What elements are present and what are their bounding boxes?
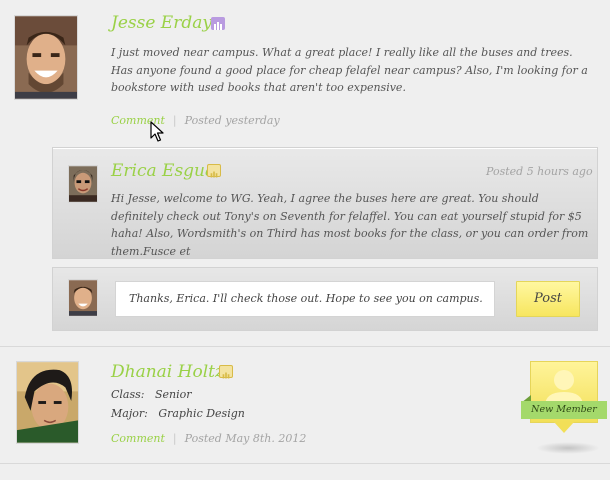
profile-major: Major: Graphic Design [111,405,245,423]
post-timestamp: Posted May 8th. 2012 [184,432,307,445]
class-label: Class: [111,388,145,401]
author-name[interactable]: Jesse Erday [111,13,212,33]
reply-author-name[interactable]: Erica Esgua [111,161,215,181]
avatar-erica[interactable] [68,165,98,203]
member-badge-icon [211,17,225,30]
avatar-current-user [68,279,98,317]
reply-timestamp: Posted 5 hours ago [486,165,593,178]
tag-shadow [536,442,600,454]
class-value: Senior [155,388,192,401]
meta-separator: | [172,114,177,127]
member-badge-icon [207,164,221,178]
avatar-dhanai-image [17,362,78,443]
tag-pointer [554,422,574,433]
member-badge-icon [219,365,233,379]
avatar-dhanai[interactable] [16,361,79,444]
avatar-erica-image [69,166,97,202]
comment-input[interactable]: Thanks, Erica. I'll check those out. Hop… [115,281,495,317]
mouse-cursor-icon [150,121,164,142]
avatar-jesse-image [15,16,77,99]
post-button[interactable]: Post [516,281,580,317]
post-meta: Comment | Posted May 8th. 2012 [111,432,306,445]
comment-link[interactable]: Comment [111,432,165,445]
post-meta: Comment | Posted yesterday [111,114,280,127]
meta-separator: | [172,432,177,445]
avatar-current-user-image [69,280,97,316]
author-name[interactable]: Dhanai Holtz [111,362,224,382]
post-timestamp: Posted yesterday [184,114,280,127]
post-divider [0,463,610,464]
post-text: I just moved near campus. What a great p… [111,46,588,94]
reply-text: Hi Jesse, welcome to WG. Yeah, I agree t… [111,192,589,258]
profile-class: Class: Senior [111,386,192,404]
post-divider [0,346,610,347]
major-label: Major: [111,407,148,420]
major-value: Graphic Design [158,407,245,420]
new-member-ribbon: New Member [521,401,607,419]
avatar-jesse[interactable] [14,15,78,100]
